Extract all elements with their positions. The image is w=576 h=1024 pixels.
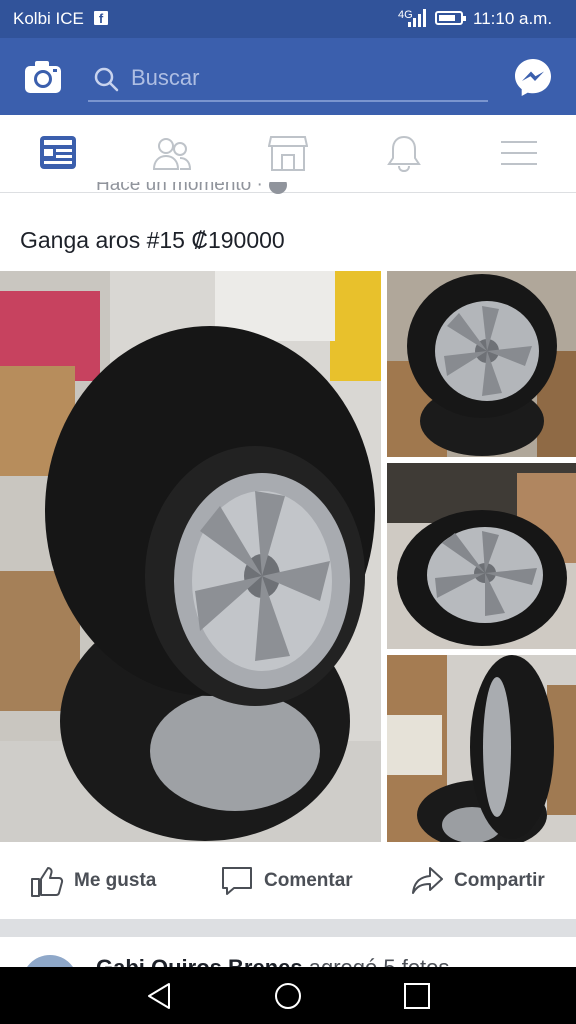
share-button[interactable]: Compartir xyxy=(410,865,545,897)
notifications-icon[interactable] xyxy=(384,133,424,173)
carrier-name: Kolbi ICE xyxy=(13,9,84,28)
avatar[interactable] xyxy=(22,955,78,967)
next-post-author[interactable]: Gabi Quiros Brenes xyxy=(96,955,303,967)
top-bar: Buscar xyxy=(0,38,576,115)
back-icon[interactable] xyxy=(145,981,175,1011)
marketplace-icon[interactable] xyxy=(268,133,308,173)
share-icon xyxy=(412,867,443,894)
friends-icon[interactable] xyxy=(152,133,192,173)
like-button[interactable]: Me gusta xyxy=(30,865,156,897)
feed-divider xyxy=(0,919,576,937)
post-actions: Me gusta Comentar Compartir xyxy=(0,843,576,919)
clock: 11:10 a.m. xyxy=(473,9,553,28)
messenger-icon[interactable] xyxy=(513,57,553,97)
tire-side-photo[interactable] xyxy=(387,655,576,842)
comment-label: Comentar xyxy=(264,870,353,891)
comment-icon xyxy=(222,867,252,895)
news-feed-icon[interactable] xyxy=(38,133,78,173)
wheel-top-photo[interactable] xyxy=(387,463,576,649)
search-input[interactable]: Buscar xyxy=(131,65,199,91)
post-text: Ganga aros #15 ₡190000 xyxy=(20,227,285,253)
globe-icon xyxy=(268,182,287,194)
thumbs-up-icon xyxy=(31,867,64,897)
like-label: Me gusta xyxy=(74,870,157,891)
share-label: Compartir xyxy=(454,870,545,891)
next-post-header: Gabi Quiros Brenes agregó 5 fotos xyxy=(96,955,449,967)
nav-bar xyxy=(0,115,576,193)
battery-icon xyxy=(435,11,466,25)
android-nav-bar xyxy=(0,967,576,1024)
signal-icon xyxy=(408,9,426,27)
next-post[interactable]: Gabi Quiros Brenes agregó 5 fotos xyxy=(0,937,576,967)
search-bar[interactable]: Buscar xyxy=(88,58,488,102)
menu-icon[interactable] xyxy=(499,133,539,173)
comment-button[interactable]: Comentar xyxy=(220,865,353,897)
camera-icon[interactable] xyxy=(24,60,62,94)
post-timestamp: Hace un momento · xyxy=(96,182,287,202)
tire-on-rim-photo[interactable] xyxy=(0,271,381,842)
status-bar: Kolbi ICE f 4G 11:10 a.m. xyxy=(0,0,576,38)
search-icon xyxy=(94,67,119,92)
tire-stack-photo[interactable] xyxy=(387,271,576,457)
next-post-activity: agregó 5 fotos xyxy=(309,955,450,967)
recent-apps-icon[interactable] xyxy=(402,981,432,1011)
home-icon[interactable] xyxy=(273,981,303,1011)
facebook-notification-icon: f xyxy=(94,11,108,26)
